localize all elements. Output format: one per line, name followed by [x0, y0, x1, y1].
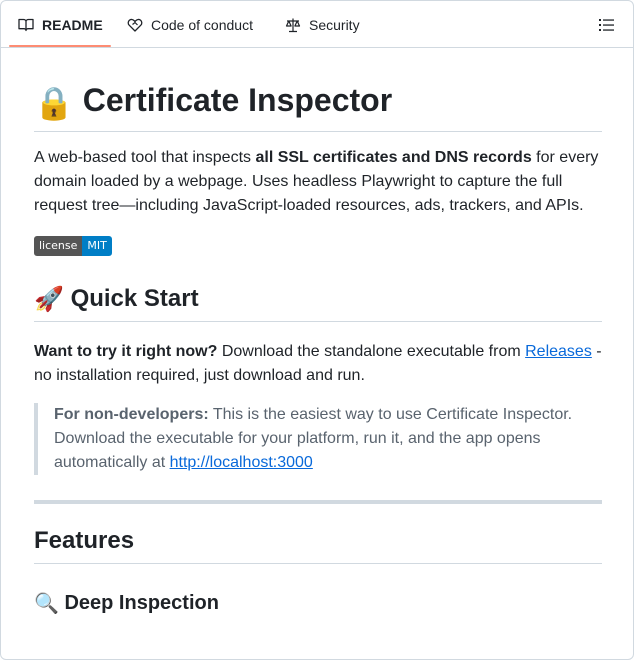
quick-start-bold: Want to try it right now?: [34, 343, 218, 360]
deep-inspection-heading-text: Deep Inspection: [64, 592, 219, 614]
lock-icon: 🔒: [34, 84, 74, 121]
scale-icon: [285, 17, 301, 33]
tab-code-of-conduct[interactable]: Code of conduct: [127, 1, 253, 48]
rocket-icon: 🚀: [34, 285, 64, 313]
localhost-link[interactable]: http://localhost:3000: [170, 454, 313, 471]
deep-inspection-heading: 🔍 Deep Inspection: [34, 588, 602, 619]
note-bold: For non-developers:: [54, 406, 209, 423]
quick-start-paragraph: Want to try it right now? Download the s…: [34, 340, 602, 388]
outline-button[interactable]: [598, 16, 616, 34]
tab-readme-label: README: [42, 16, 103, 33]
book-icon: [18, 17, 34, 33]
active-tab-indicator: [9, 45, 111, 47]
quick-start-heading: 🚀 Quick Start: [34, 284, 602, 322]
badge-value: MIT: [82, 236, 112, 256]
tab-code-of-conduct-label: Code of conduct: [151, 16, 253, 33]
quick-start-heading-text: Quick Start: [70, 285, 199, 312]
tab-readme[interactable]: README: [18, 1, 103, 48]
quick-start-text: Download the standalone executable from: [217, 343, 526, 360]
license-badge[interactable]: license MIT: [34, 236, 112, 256]
tab-security-label: Security: [309, 16, 360, 33]
readme-title-text: Certificate Inspector: [82, 82, 393, 118]
intro-bold: all SSL certificates and DNS records: [255, 149, 532, 166]
badge-label: license: [34, 236, 83, 256]
releases-link[interactable]: Releases: [525, 343, 592, 360]
features-heading: Features: [34, 526, 602, 564]
list-unordered-icon: [598, 19, 616, 38]
tab-bar: README Code of conduct Security: [1, 1, 633, 48]
readme-title: 🔒 Certificate Inspector: [34, 80, 602, 132]
intro-paragraph: A web-based tool that inspects all SSL c…: [34, 146, 602, 218]
horizontal-rule: [34, 500, 602, 504]
magnifier-icon: 🔍: [34, 592, 59, 615]
note-blockquote: For non-developers: This is the easiest …: [34, 403, 602, 475]
intro-text-start: A web-based tool that inspects: [34, 149, 256, 166]
heart-handshake-icon: [127, 17, 143, 33]
readme-panel: README Code of conduct Security 🔒 Certif…: [0, 0, 634, 660]
tab-security[interactable]: Security: [285, 1, 360, 48]
